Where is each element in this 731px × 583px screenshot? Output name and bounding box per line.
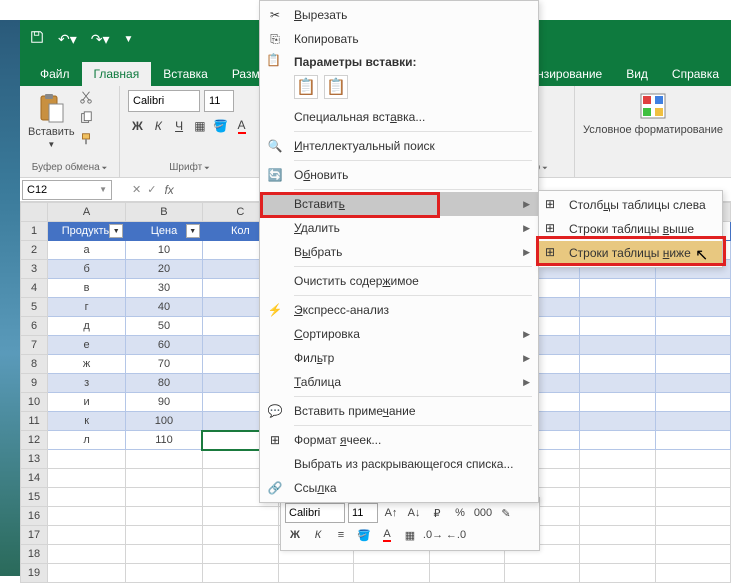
fill-color-button[interactable]: 🪣 [211,116,230,136]
paste-label: Вставить [28,126,75,138]
mini-italic[interactable]: К [308,525,328,545]
context-menu: ✂Вырезать ⎘Копировать 📋Параметры вставки… [259,0,539,503]
bold-button[interactable]: Ж [128,116,147,136]
mini-accounting-format[interactable]: ₽ [427,503,447,523]
search-icon: 🔍 [266,137,284,155]
cut-icon[interactable] [79,90,93,109]
copy-icon[interactable] [79,111,93,130]
font-size-select[interactable] [204,90,234,112]
ctx-copy[interactable]: ⎘Копировать [260,27,538,51]
italic-button[interactable]: К [149,116,168,136]
ctx-pick-from-list[interactable]: Выбрать из раскрывающегося списка... [260,452,538,476]
copy-icon: ⎘ [266,30,284,48]
ctx-insert[interactable]: Вставить▶ [260,192,538,216]
underline-button[interactable]: Ч [170,116,189,136]
enter-formula-icon[interactable]: ✓ [147,183,156,196]
ctx-sort[interactable]: Сортировка▶ [260,322,538,346]
quick-analysis-icon: ⚡ [266,301,284,319]
filter-dropdown-icon[interactable]: ▼ [186,224,200,238]
ctx-table[interactable]: Таблица▶ [260,370,538,394]
ctx-delete[interactable]: Удалить▶ [260,216,538,240]
submenu-arrow-icon: ▶ [523,199,530,210]
border-button[interactable]: ▦ [190,116,209,136]
conditional-formatting-button[interactable]: Условное форматирование [575,86,731,177]
desktop-background [0,20,20,576]
tab-insert[interactable]: Вставка [151,62,220,86]
font-name-select[interactable] [128,90,200,112]
paste-option-values[interactable]: 📋 [324,75,348,99]
empty-row: 19 [21,564,731,583]
paste-option-default[interactable]: 📋 [294,75,318,99]
ctx-filter[interactable]: Фильтр▶ [260,346,538,370]
font-group-label: Шрифт [128,160,251,175]
sub-rows-above[interactable]: ⊞Строки таблицы выше [539,217,722,241]
undo-icon[interactable]: ↶▾ [58,31,77,48]
ctx-smart-lookup[interactable]: 🔍Интеллектуальный поиск [260,134,538,158]
mini-decrease-decimal[interactable]: ←.0 [446,525,466,545]
mini-fill-color[interactable]: 🪣 [354,525,374,545]
mini-increase-decimal[interactable]: .0→ [423,525,443,545]
mini-increase-font[interactable]: A↑ [381,503,401,523]
fx-icon[interactable]: fx [164,183,173,197]
mini-decrease-font[interactable]: A↓ [404,503,424,523]
font-color-button[interactable]: A [232,116,251,136]
ctx-paste-special[interactable]: Специальная вставка... [260,105,538,129]
redo-icon[interactable]: ↷▾ [91,31,110,48]
insert-rows-above-icon: ⊞ [545,221,561,237]
ctx-refresh[interactable]: 🔄Обновить [260,163,538,187]
tab-help[interactable]: Справка [660,62,731,86]
insert-cols-left-icon: ⊞ [545,197,561,213]
link-icon: 🔗 [266,479,284,497]
save-icon[interactable] [30,30,44,49]
mini-format-painter[interactable]: ✎ [496,503,516,523]
refresh-icon: 🔄 [266,166,284,184]
ctx-quick-analysis[interactable]: ⚡Экспресс-анализ [260,298,538,322]
ctx-format-cells[interactable]: ⊞Формат ячеек... [260,428,538,452]
mini-bold[interactable]: Ж [285,525,305,545]
ctx-insert-comment[interactable]: 💬Вставить примечание [260,399,538,423]
mini-font-name[interactable] [285,503,345,523]
paste-button[interactable]: Вставить ▼ [28,92,75,149]
mini-percent-format[interactable]: % [450,503,470,523]
mouse-cursor-icon: ↖ [695,245,708,265]
mini-toolbar: A↑ A↓ ₽ % 000 ✎ Ж К ≡ 🪣 A ▦ .0→ ←.0 [280,497,540,551]
ctx-cut[interactable]: ✂Вырезать [260,3,538,27]
clipboard-icon: 📋 [266,53,281,67]
ctx-link[interactable]: 🔗Ссылка [260,476,538,500]
filter-dropdown-icon[interactable]: ▼ [109,224,123,238]
mini-font-size[interactable] [348,503,378,523]
mini-align[interactable]: ≡ [331,525,351,545]
sub-cols-left[interactable]: ⊞Столбцы таблицы слева [539,193,722,217]
format-cells-icon: ⊞ [266,431,284,449]
tab-home[interactable]: Главная [82,62,152,86]
mini-borders[interactable]: ▦ [400,525,420,545]
clipboard-group-label: Буфер обмена [28,160,111,175]
customize-qat-icon[interactable]: ▼ [124,34,134,45]
mini-font-color[interactable]: A [377,525,397,545]
mini-comma-format[interactable]: 000 [473,503,493,523]
cancel-formula-icon[interactable]: ✕ [132,183,141,196]
ctx-select[interactable]: Выбрать▶ [260,240,538,264]
comment-icon: 💬 [266,402,284,420]
name-box[interactable]: C12▼ [22,180,112,200]
ctx-clear[interactable]: Очистить содержимое [260,269,538,293]
format-painter-icon[interactable] [79,132,93,151]
tab-view[interactable]: Вид [614,62,660,86]
insert-rows-below-icon: ⊞ [545,245,561,261]
scissors-icon: ✂ [266,6,284,24]
cond-format-label: Условное форматирование [583,124,723,136]
ctx-paste-options-header: 📋Параметры вставки: [260,51,538,73]
tab-file[interactable]: Файл [28,62,82,86]
